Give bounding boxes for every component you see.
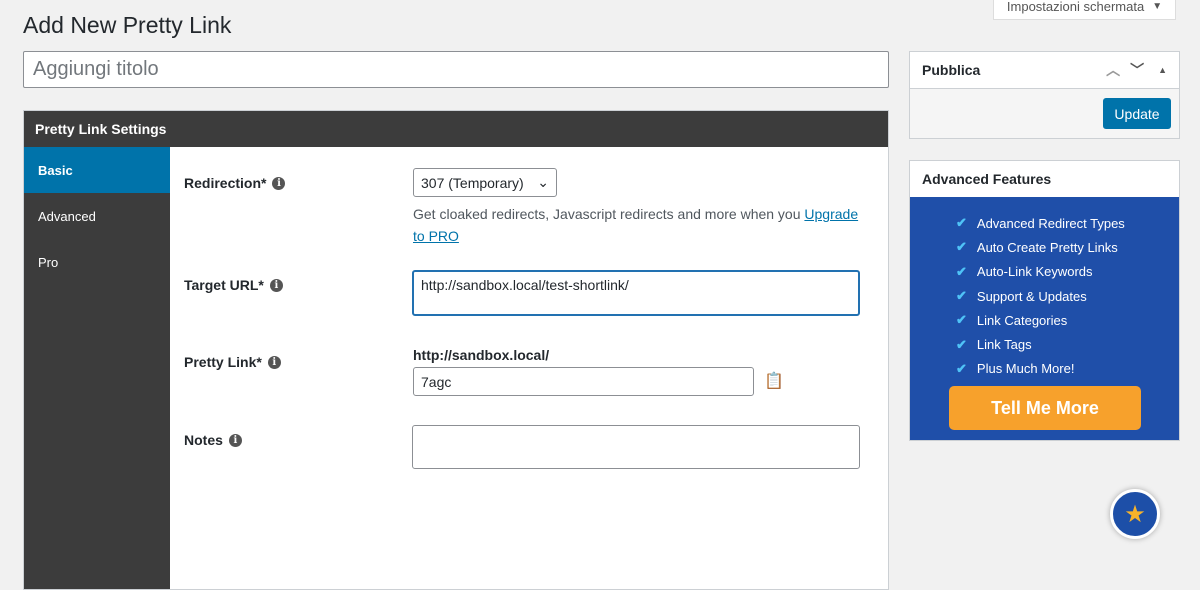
screen-options-button[interactable]: Impostazioni schermata ▼ [993,0,1176,20]
move-down-icon[interactable]: ﹀ [1130,60,1144,80]
settings-heading: Pretty Link Settings [24,111,888,147]
check-icon: ✔ [956,360,967,376]
triangle-down-icon: ▼ [1152,1,1163,12]
feature-item: ✔ Link Tags [956,332,1179,356]
tab-advanced[interactable]: Advanced [24,193,170,239]
clipboard-icon[interactable]: 📋 [764,371,784,391]
chevron-down-icon: ⌄ [537,174,549,190]
pretty-link-settings-box: Pretty Link Settings Basic Advanced Pro … [23,110,889,590]
publish-title: Pubblica [922,62,981,78]
target-label-text: Target URL* [184,277,264,293]
publish-heading: Pubblica ︿ ﹀ ▲ [910,52,1179,89]
tab-pro[interactable]: Pro [24,239,170,285]
move-up-icon[interactable]: ︿ [1106,60,1120,80]
feature-item: ✔ Link Categories [956,308,1179,332]
notes-label-text: Notes [184,432,223,448]
notes-label: Notes i [184,432,242,448]
check-icon: ✔ [956,288,967,304]
target-url-label: Target URL* i [184,277,283,293]
shooting-star-help-icon[interactable]: ★ [1110,489,1160,539]
collapse-icon[interactable]: ▲ [1158,65,1167,75]
target-url-input[interactable]: http://sandbox.local/test-shortlink/ [412,270,860,316]
feature-text: Advanced Redirect Types [976,215,1125,231]
pretty-link-slug-input[interactable]: 7agc [413,367,754,396]
redirection-value: 307 (Temporary) [421,174,524,191]
feature-text: Auto-Link Keywords [976,264,1093,280]
feature-item: ✔ Plus Much More! [956,357,1179,381]
pretty-link-base: http://sandbox.local/ [413,347,550,363]
screen-options-label: Impostazioni schermata [1006,0,1145,14]
info-icon[interactable]: i [272,176,286,190]
pretty-label-text: Pretty Link* [184,354,262,370]
check-icon: ✔ [956,336,967,352]
feature-item: ✔ Auto-Link Keywords [956,260,1179,284]
check-icon: ✔ [956,312,967,328]
notes-textarea[interactable] [412,425,860,469]
page-title: Add New Pretty Link [23,12,232,38]
feature-text: Auto Create Pretty Links [976,239,1118,255]
feature-item: ✔ Support & Updates [956,284,1179,308]
redirection-label: Redirection* i [184,175,286,191]
feature-item: ✔ Auto Create Pretty Links [956,235,1179,259]
info-icon[interactable]: i [228,433,242,447]
feature-text: Link Categories [976,312,1068,328]
feature-text: Link Tags [976,337,1032,353]
tab-basic[interactable]: Basic [24,147,170,193]
info-icon[interactable]: i [267,355,281,369]
redirection-select[interactable]: 307 (Temporary) ⌄ [413,168,557,197]
feature-text: Plus Much More! [976,361,1075,377]
advanced-heading: Advanced Features [910,161,1179,198]
settings-tabs: Basic Advanced Pro [24,147,170,589]
pretty-link-label: Pretty Link* i [184,354,281,370]
upgrade-note: Get cloaked redirects, Javascript redire… [413,203,873,247]
feature-item: ✔ Advanced Redirect Types [956,211,1179,235]
tell-me-more-button[interactable]: Tell Me More [949,386,1141,430]
feature-text: Support & Updates [976,288,1087,304]
check-icon: ✔ [956,215,967,231]
check-icon: ✔ [956,263,967,279]
info-icon[interactable]: i [269,278,283,292]
check-icon: ✔ [956,239,967,255]
upgrade-text: Get cloaked redirects, Javascript redire… [413,206,805,222]
update-button[interactable]: Update [1103,98,1171,129]
advanced-features-box: Advanced Features ✔ Advanced Redirect Typ… [909,160,1180,441]
redirection-label-text: Redirection* [184,175,267,191]
title-input[interactable]: Aggiungi titolo [23,51,889,88]
publish-box: Pubblica ︿ ﹀ ▲ Update [909,51,1180,139]
